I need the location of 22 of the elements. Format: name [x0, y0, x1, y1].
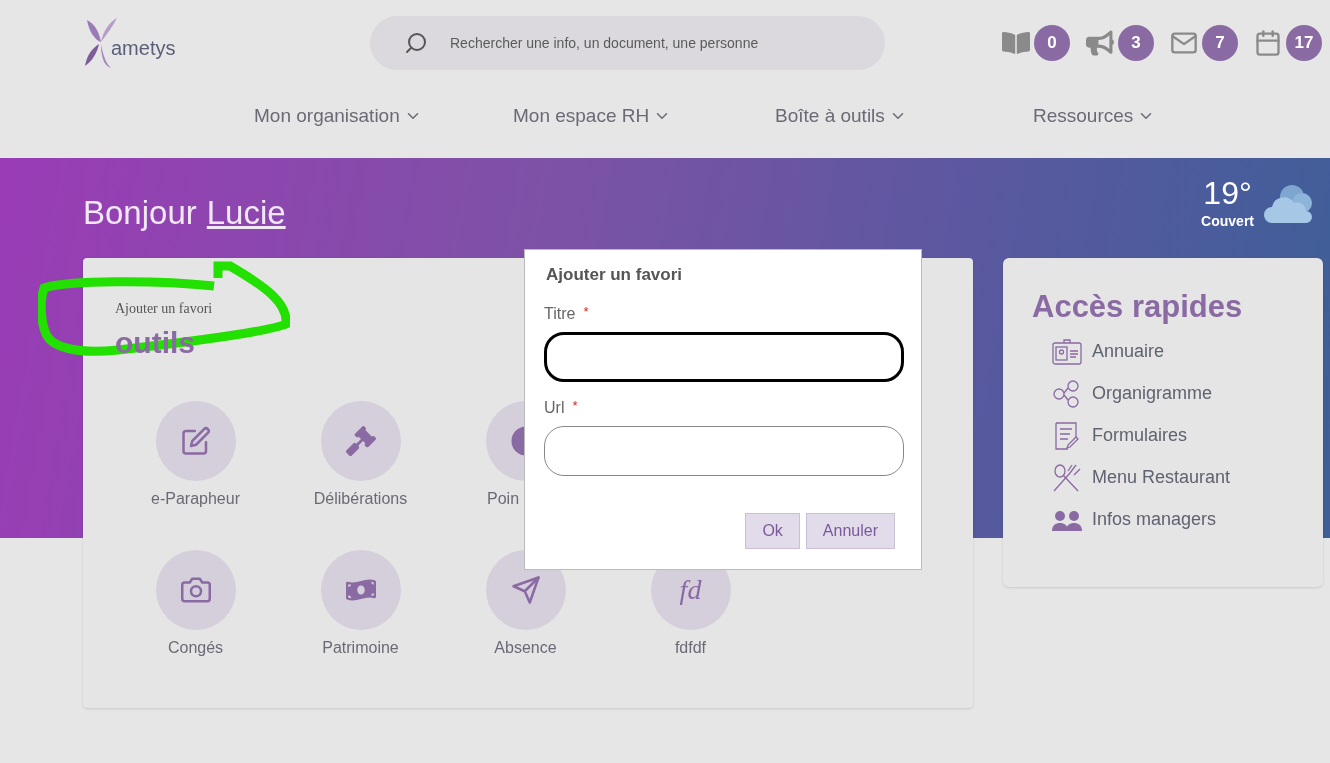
- count-badge: 17: [1286, 25, 1322, 61]
- greeting-text: Bonjour: [83, 193, 197, 233]
- tool-label: Congés: [167, 638, 224, 658]
- temperature-text: 19°: [1203, 175, 1252, 212]
- tool-label: Délibérations: [313, 489, 408, 509]
- required-mark: *: [572, 396, 578, 415]
- quick-access-title: Accès rapides: [1032, 288, 1244, 326]
- dialog-title: Ajouter un favori: [546, 264, 683, 286]
- tool-label: Patrimoine: [322, 638, 399, 658]
- count-badge: 3: [1118, 25, 1154, 61]
- logo-text: ametys: [111, 36, 176, 61]
- favorite-note-text: Ajouter un favori: [115, 300, 213, 318]
- count-badge: 7: [1202, 25, 1238, 61]
- tool-label: Poin: [487, 489, 520, 509]
- required-mark: *: [583, 302, 589, 321]
- tool-label: fdfdf: [674, 638, 707, 658]
- tool-label: Absence: [494, 638, 557, 658]
- tool-label: e-Parapheur: [151, 489, 240, 509]
- field-label: Url: [544, 397, 565, 418]
- field-label: Titre: [544, 303, 576, 324]
- count-badge: 0: [1034, 25, 1070, 61]
- weather-condition-text: Couvert: [1201, 212, 1254, 232]
